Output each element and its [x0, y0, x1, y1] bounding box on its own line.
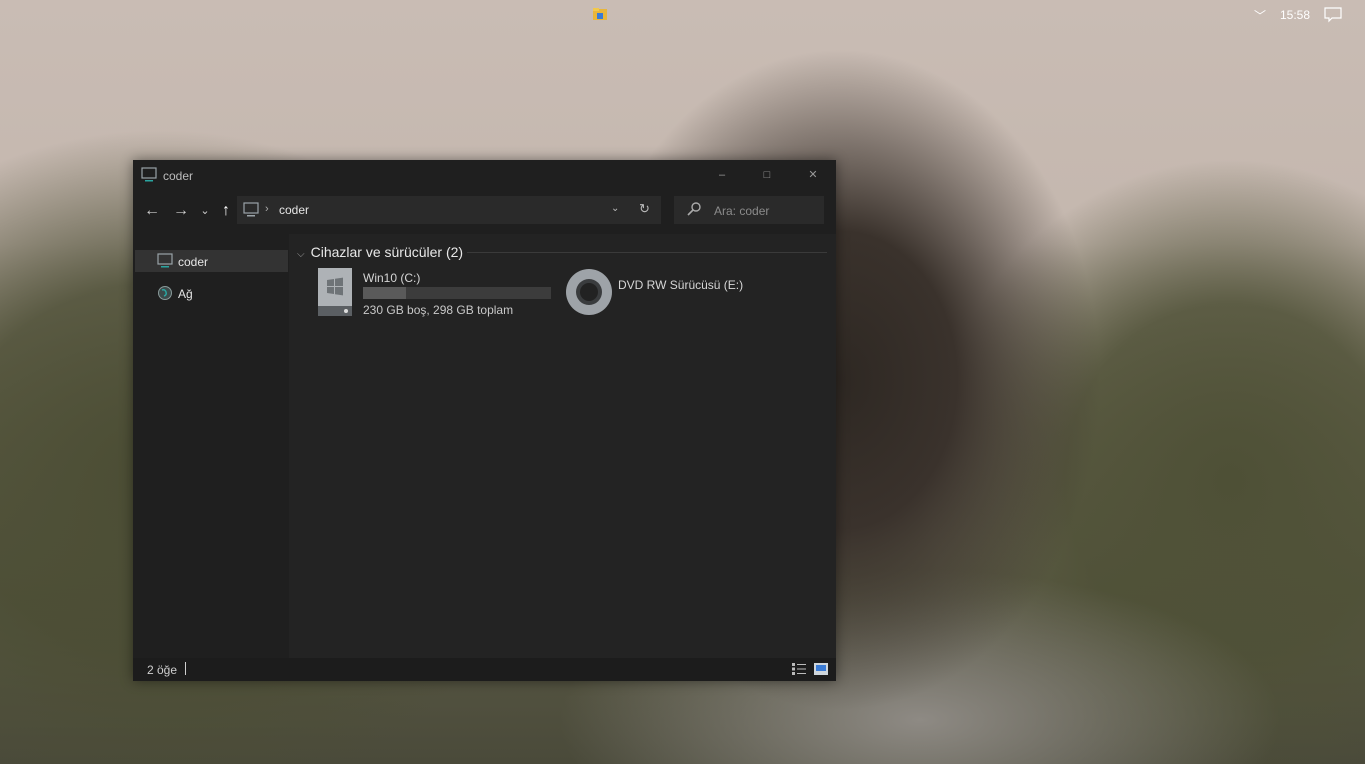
close-button[interactable]: ✕: [798, 165, 828, 185]
maximize-button[interactable]: □: [752, 165, 782, 185]
drive-item-c[interactable]: Win10 (C:) 230 GB boş, 298 GB toplam: [317, 268, 557, 320]
address-bar[interactable]: › coder ⌄ ↻: [237, 196, 661, 224]
content-pane: ⌵ Cihazlar ve sürücüler (2) Win10 (C:) 23…: [289, 234, 836, 658]
forward-button[interactable]: →: [171, 202, 191, 220]
group-divider: [467, 252, 827, 253]
search-box[interactable]: Ara: coder: [674, 196, 824, 224]
file-explorer-window: coder – □ ✕ ← → ⌄ ↑ › coder ⌄ ↻ Ara: cod…: [133, 160, 836, 681]
group-title: Cihazlar ve sürücüler (2): [310, 244, 464, 260]
system-clock[interactable]: 15:58: [1280, 8, 1310, 22]
sidebar-item-network[interactable]: Ağ: [135, 282, 288, 304]
large-icons-view-icon[interactable]: [813, 662, 829, 676]
title-bar[interactable]: coder – □ ✕: [133, 160, 836, 190]
chevron-down-icon: ⌵: [297, 249, 305, 260]
dvd-drive-icon: [566, 269, 612, 315]
window-title: coder: [163, 169, 194, 183]
drive-name: Win10 (C:): [363, 271, 421, 285]
back-button[interactable]: ←: [142, 202, 162, 220]
search-placeholder: Ara: coder: [714, 204, 770, 218]
computer-icon: [157, 253, 173, 268]
refresh-button[interactable]: ↻: [639, 201, 650, 217]
recent-locations-button[interactable]: ⌄: [195, 202, 215, 220]
navigation-bar: ← → ⌄ ↑ › coder ⌄ ↻ Ara: coder: [133, 196, 836, 226]
action-center-icon[interactable]: [1324, 7, 1342, 23]
up-button[interactable]: ↑: [216, 202, 236, 220]
status-bar: 2 öğe: [133, 658, 836, 681]
network-icon: [158, 286, 172, 300]
navigation-pane: coder Ağ: [133, 234, 289, 658]
sidebar-item-label: Ağ: [178, 287, 193, 301]
details-view-icon[interactable]: [791, 662, 807, 676]
breadcrumb-separator[interactable]: ›: [265, 203, 269, 215]
tray-chevron-icon[interactable]: ﹀: [1254, 7, 1266, 24]
address-dropdown-button[interactable]: ⌄: [611, 203, 619, 214]
search-icon: [687, 202, 701, 216]
minimize-button[interactable]: –: [707, 165, 737, 185]
status-divider: [185, 662, 186, 675]
drive-item-e[interactable]: DVD RW Sürücüsü (E:): [565, 268, 765, 320]
group-header[interactable]: ⌵ Cihazlar ve sürücüler (2): [297, 244, 463, 260]
sidebar-item-coder[interactable]: coder: [135, 250, 288, 272]
drive-usage-fill: [363, 287, 407, 299]
drive-size: 230 GB boş, 298 GB toplam: [363, 303, 514, 317]
drive-name: DVD RW Sürücüsü (E:): [618, 278, 744, 292]
computer-icon: [243, 202, 259, 217]
file-explorer-icon[interactable]: [592, 6, 608, 22]
sidebar-item-label: coder: [178, 255, 209, 269]
drive-usage-bar: [363, 287, 551, 299]
item-count: 2 öğe: [147, 663, 178, 677]
computer-icon: [141, 167, 157, 182]
hard-drive-windows-icon: [318, 268, 352, 316]
breadcrumb-item[interactable]: coder: [279, 203, 309, 217]
